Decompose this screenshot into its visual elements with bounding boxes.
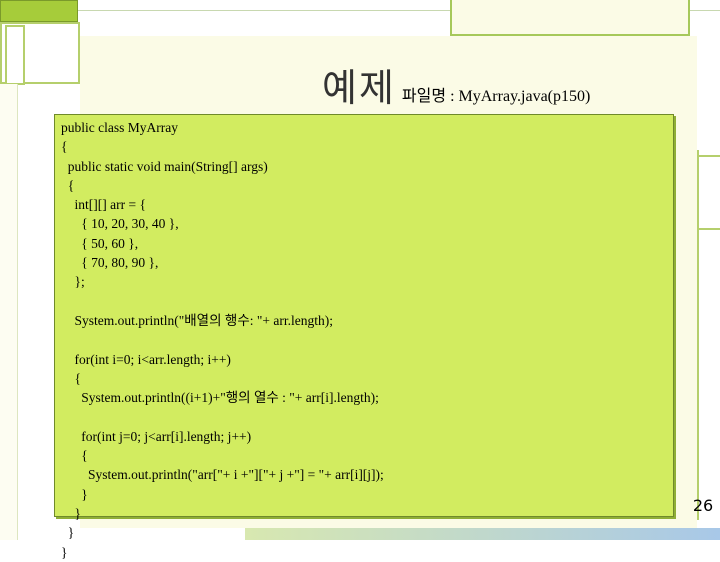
code-block: public class MyArray { public static void… (54, 114, 674, 560)
code-line: { 50, 60 }, (61, 235, 139, 251)
code-line: for(int j=0; j<arr[i].length; j++) (61, 428, 252, 444)
code-line: public static void main(String[] args) (61, 158, 268, 174)
right-frame (697, 155, 720, 230)
code-line: { 70, 80, 90 }, (61, 255, 159, 271)
code-line: { (61, 139, 68, 155)
slide-title: 예제 파일명 : MyArray.java(p150) (322, 57, 591, 110)
left-sidebar (0, 84, 18, 540)
code-line: { 10, 20, 30, 40 }, (61, 216, 179, 232)
code-line: } (61, 544, 68, 560)
top-right-frame (450, 0, 690, 36)
code-line: public class MyArray (61, 120, 178, 135)
code-lines: public class MyArray { public static void… (61, 118, 673, 562)
code-line: int[][] arr = { (61, 197, 146, 213)
code-line: } (61, 486, 88, 502)
code-line: System.out.println((i+1)+"행의 열수 : "+ arr… (61, 390, 379, 406)
slide-title-filename: 파일명 : MyArray.java(p150) (401, 88, 591, 105)
code-line: { (61, 370, 81, 386)
code-line: { (61, 448, 88, 464)
code-line: System.out.println("arr["+ i +"]["+ j +"… (61, 467, 384, 483)
slide-title-main: 예제 (322, 66, 396, 110)
code-line: System.out.println("배열의 행수: "+ arr.lengt… (61, 312, 333, 328)
top-left-accent (0, 0, 78, 22)
code-line: { (61, 177, 75, 193)
page-number: 26 (692, 496, 714, 515)
code-line: for(int i=0; i<arr.length; i++) (61, 351, 231, 367)
code-line: } (61, 505, 81, 521)
left-frame-inner (5, 25, 25, 85)
code-line: }; (61, 274, 85, 290)
